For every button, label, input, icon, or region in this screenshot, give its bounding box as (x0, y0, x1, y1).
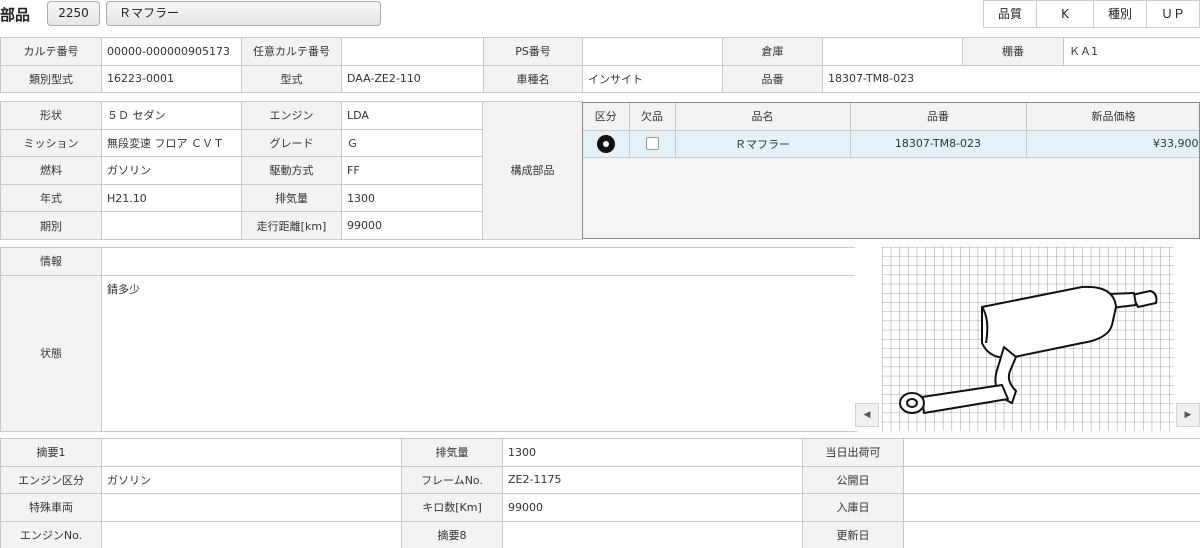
part-number-value: 18307-TM8-023 (822, 64, 1200, 94)
ps-number-label: PS番号 (483, 37, 583, 66)
same-day-shipping-label: 当日出荷可 (802, 438, 904, 467)
frame-number-label: フレームNo. (401, 465, 503, 495)
part-name-field[interactable]: Ｒマフラー (106, 1, 381, 26)
shape-value: ５Ｄ セダン (101, 101, 242, 130)
public-date-value (903, 465, 1200, 495)
shelf-value: ＫＡ1 (1063, 37, 1200, 66)
mission-label: ミッション (0, 128, 102, 158)
fuel-value: ガソリン (101, 156, 242, 185)
optional-karte-label: 任意カルテ番号 (241, 37, 342, 66)
special-vehicle-value (101, 493, 402, 522)
quality-value: K (1036, 0, 1094, 28)
optional-karte-value (341, 37, 484, 66)
summary8-value (502, 520, 803, 548)
frame-number-value: ZE2-1175 (502, 465, 803, 495)
engine-label: エンジン (241, 101, 342, 130)
mileage-value: 99000 (341, 211, 483, 240)
shelf-label: 棚番 (962, 37, 1064, 66)
part-image (882, 247, 1200, 431)
stock-date-value (903, 493, 1200, 522)
table-row[interactable]: Ｒマフラー 18307-TM8-023 ¥33,900 (583, 130, 1199, 158)
grade-value: Ｇ (341, 128, 483, 158)
part-number-label: 品番 (722, 64, 823, 94)
car-name-label: 車種名 (483, 64, 583, 94)
km-value: 99000 (502, 493, 803, 522)
mission-value: 無段変速 フロア ＣＶＴ (101, 128, 242, 158)
drive-value: FF (341, 156, 483, 185)
special-vehicle-label: 特殊車両 (0, 493, 102, 522)
arrow-left-icon[interactable]: ◀ (855, 403, 879, 427)
mileage-label: 走行距離[km] (241, 211, 342, 240)
model-label: 型式 (241, 64, 342, 94)
price-cell: ¥33,900 (1026, 130, 1199, 158)
period-value (101, 211, 242, 240)
part-image-viewer: ◀ ▶ (855, 247, 1200, 431)
model-value: DAA-ZE2-110 (341, 64, 484, 94)
column-missing: 欠品 (629, 103, 676, 131)
fuel-label: 燃料 (0, 156, 102, 185)
spec-table: 形状 ５Ｄ セダン エンジン LDA 構成部品 ミッション 無段変速 フロア Ｃ… (0, 101, 583, 240)
quality-label: 品質 (983, 0, 1037, 28)
arrow-right-icon[interactable]: ▶ (1176, 403, 1200, 427)
period-label: 期別 (0, 211, 102, 240)
top-info-table: カルテ番号 00000-000000905173 任意カルテ番号 PS番号 倉庫… (0, 37, 1200, 94)
warehouse-label: 倉庫 (722, 37, 823, 66)
page-title: 部品 (0, 6, 31, 24)
summary8-label: 摘要8 (401, 520, 503, 548)
class-model-label: 類別型式 (0, 64, 102, 94)
update-date-value (903, 520, 1200, 548)
engine-number-label: エンジンNo. (0, 520, 102, 548)
engine-value: LDA (341, 101, 483, 130)
part-number-cell: 18307-TM8-023 (850, 130, 1027, 158)
part-code-field[interactable]: 2250 (47, 1, 100, 26)
displacement-value: 1300 (502, 438, 803, 467)
engine-number-value (101, 520, 402, 548)
km-label: キロ数[Km] (401, 493, 503, 522)
shape-label: 形状 (0, 101, 102, 130)
grade-label: グレード (241, 128, 342, 158)
karte-number-value: 00000-000000905173 (101, 37, 242, 66)
type-value: ＵＰ (1146, 0, 1200, 28)
column-category: 区分 (583, 103, 630, 131)
info-label: 情報 (0, 247, 102, 276)
info-value (101, 247, 857, 276)
column-part-number: 品番 (850, 103, 1027, 131)
state-label: 状態 (0, 274, 102, 432)
warehouse-value (822, 37, 963, 66)
part-name-cell: Ｒマフラー (675, 130, 851, 158)
karte-number-label: カルテ番号 (0, 37, 102, 66)
state-value: 錆多少 (101, 274, 857, 432)
engine-type-label: エンジン区分 (0, 465, 102, 495)
drive-label: 駆動方式 (241, 156, 342, 185)
engine-type-value: ガソリン (101, 465, 402, 495)
ps-number-value (582, 37, 723, 66)
year-label: 年式 (0, 183, 102, 213)
year-value: H21.10 (101, 183, 242, 213)
component-parts-label: 構成部品 (482, 101, 583, 240)
displacement-label: 排気量 (241, 183, 342, 213)
column-part-name: 品名 (675, 103, 851, 131)
same-day-shipping-value (903, 438, 1200, 467)
update-date-label: 更新日 (802, 520, 904, 548)
stock-date-label: 入庫日 (802, 493, 904, 522)
type-label: 種別 (1093, 0, 1147, 28)
summary1-label: 摘要1 (0, 438, 102, 467)
displacement-label: 排気量 (401, 438, 503, 467)
class-model-value: 16223-0001 (101, 64, 242, 94)
column-new-price: 新品価格 (1026, 103, 1199, 131)
info-table: 情報 状態 錆多少 (0, 247, 857, 432)
disc-icon (596, 134, 615, 153)
missing-checkbox[interactable] (645, 137, 659, 151)
car-name-value: インサイト (582, 64, 723, 94)
bottom-info-table: 摘要1 排気量 1300 当日出荷可 エンジン区分 ガソリン フレームNo. Z… (0, 438, 1200, 548)
parts-list: 区分 欠品 品名 品番 新品価格 Ｒマフラー 18307-TM8-023 ¥33… (582, 102, 1200, 239)
summary1-value (101, 438, 402, 467)
displacement-value: 1300 (341, 183, 483, 213)
public-date-label: 公開日 (802, 465, 904, 495)
